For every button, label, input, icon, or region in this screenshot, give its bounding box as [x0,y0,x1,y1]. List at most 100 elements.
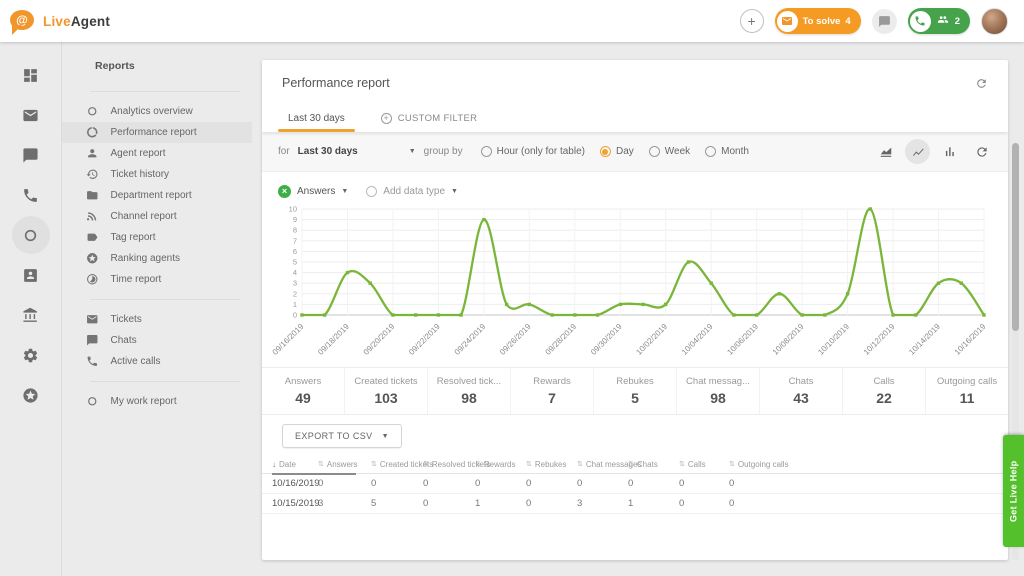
add-button[interactable]: + [740,9,764,33]
cell-value: 0 [423,478,475,489]
stat-value: 43 [793,390,809,406]
nav-rail-item-settings[interactable] [12,336,50,374]
svg-text:0: 0 [293,311,297,320]
series-chip-label: Answers [297,186,335,197]
liveagent-logo: @ LiveAgent [10,10,110,32]
export-to-csv-button[interactable]: EXPORT TO CSV ▼ [282,424,402,448]
column-header-outgoing-calls[interactable]: ⇅Outgoing calls [729,460,799,469]
sidebar-item-channel-report[interactable]: Channel report [62,206,252,227]
column-header-resolved-tickets[interactable]: ⇅Resolved tickets [423,460,475,469]
radio-label: Week [665,146,690,157]
stat-calls: Calls22 [842,368,925,414]
svg-text:10/14/2019: 10/14/2019 [907,322,942,357]
column-header-chat-messages[interactable]: ⇅Chat messages [577,460,628,469]
stat-outgoing-calls: Outgoing calls11 [925,368,1008,414]
chats-toggle-button[interactable] [872,9,897,34]
folder-icon [86,189,99,202]
sidebar-item-active-calls[interactable]: Active calls [62,351,252,372]
svg-text:7: 7 [293,236,297,245]
svg-text:10/10/2019: 10/10/2019 [816,322,851,357]
nav-rail-item-calls[interactable] [12,176,50,214]
content: Reports Analytics overviewPerformance re… [0,42,1024,576]
plus-circle-icon: + [381,113,392,124]
group-by-radio-day[interactable]: Day [600,146,634,157]
user-avatar[interactable] [981,8,1008,35]
cell-value: 1 [628,498,679,509]
sidebar-item-tickets[interactable]: Tickets [62,309,252,330]
nav-rail-item-tickets[interactable] [12,96,50,134]
sidebar-item-label: Agent report [111,148,166,159]
column-header-label: Calls [688,460,706,469]
circle-icon [366,186,377,197]
sidebar-item-ticket-history[interactable]: Ticket history [62,164,252,185]
sidebar-item-performance-report[interactable]: Performance report [62,122,252,143]
column-header-created-tickets[interactable]: ⇅Created tickets [371,460,423,469]
table-row[interactable]: 10/16/2019000000000 [262,474,1008,494]
column-header-answers[interactable]: ⇅Answers [318,460,371,469]
bar-chart-button[interactable] [937,139,962,164]
series-chip-answers[interactable]: × Answers ▼ [278,185,348,198]
sidebar-item-analytics-overview[interactable]: Analytics overview [62,101,252,122]
group-by-radio-week[interactable]: Week [649,146,690,157]
tab-custom-filter[interactable]: + CUSTOM FILTER [363,113,496,132]
sort-icon: ⇅ [371,460,377,468]
stat-answers: Answers49 [262,368,344,414]
gauge-icon [86,126,99,139]
dashboard-icon [22,67,39,84]
column-header-chats[interactable]: ⇅Chats [628,460,679,469]
to-solve-label: To solve [803,16,841,27]
chevron-down-icon: ▼ [451,188,458,195]
nav-rail-item-contacts[interactable] [12,256,50,294]
brand-live: Live [43,14,71,29]
refresh-chart-button[interactable] [969,139,994,164]
card-header: Performance report [262,60,1008,106]
column-header-label: Answers [327,460,358,469]
column-header-calls[interactable]: ⇅Calls [679,460,729,469]
table-row[interactable]: 10/15/2019350103100 [262,494,1008,514]
radio-icon [705,146,716,157]
tab-last-30-days[interactable]: Last 30 days [270,113,363,132]
stat-label: Answers [285,376,321,387]
stat-value: 103 [374,390,397,406]
nav-rail-item-company[interactable] [12,296,50,334]
to-solve-button[interactable]: To solve 4 [775,8,861,34]
refresh-icon [975,145,989,159]
star-icon [22,387,39,404]
radio-icon [481,146,492,157]
group-by-radio-hour[interactable]: Hour (only for table) [481,146,585,157]
phone-icon [910,11,931,32]
sidebar-item-department-report[interactable]: Department report [62,185,252,206]
stat-resolved-tick: Resolved tick...98 [427,368,510,414]
refresh-report-button[interactable] [975,77,988,90]
remove-series-icon[interactable]: × [278,185,291,198]
topbar: @ LiveAgent + To solve 4 2 [0,0,1024,42]
svg-text:10: 10 [289,205,297,214]
area-chart-icon [879,145,893,159]
column-header-rewards[interactable]: ⇅Rewards [475,460,526,469]
nav-rail-item-dashboard[interactable] [12,56,50,94]
stat-value: 22 [876,390,892,406]
vertical-scrollbar-thumb[interactable] [1012,143,1019,331]
get-live-help-button[interactable]: Get Live Help [1003,435,1024,547]
sidebar-item-agent-report[interactable]: Agent report [62,143,252,164]
area-chart-button[interactable] [873,139,898,164]
date-range-select[interactable]: Last 30 days ▼ [298,146,416,157]
sidebar-item-ranking-agents[interactable]: Ranking agents [62,248,252,269]
nav-rail-item-chats[interactable] [12,136,50,174]
add-data-type-button[interactable]: Add data type ▼ [366,186,458,197]
column-header-rebukes[interactable]: ⇅Rebukes [526,460,577,469]
sidebar-item-time-report[interactable]: Time report [62,269,252,290]
group-by-radio-month[interactable]: Month [705,146,749,157]
svg-text:5: 5 [293,258,297,267]
sidebar-item-tag-report[interactable]: Tag report [62,227,252,248]
online-count: 2 [955,16,966,27]
line-chart-button[interactable] [905,139,930,164]
nav-rail-item-addons[interactable] [12,376,50,414]
sidebar-item-my-work-report[interactable]: My work report [62,391,252,412]
stat-value: 98 [710,390,726,406]
chevron-down-icon: ▼ [382,433,389,440]
calls-status-button[interactable]: 2 [908,8,970,34]
sidebar-item-chats[interactable]: Chats [62,330,252,351]
column-header-date[interactable]: ↓Date [272,460,318,469]
nav-rail-item-reports[interactable] [12,216,50,254]
